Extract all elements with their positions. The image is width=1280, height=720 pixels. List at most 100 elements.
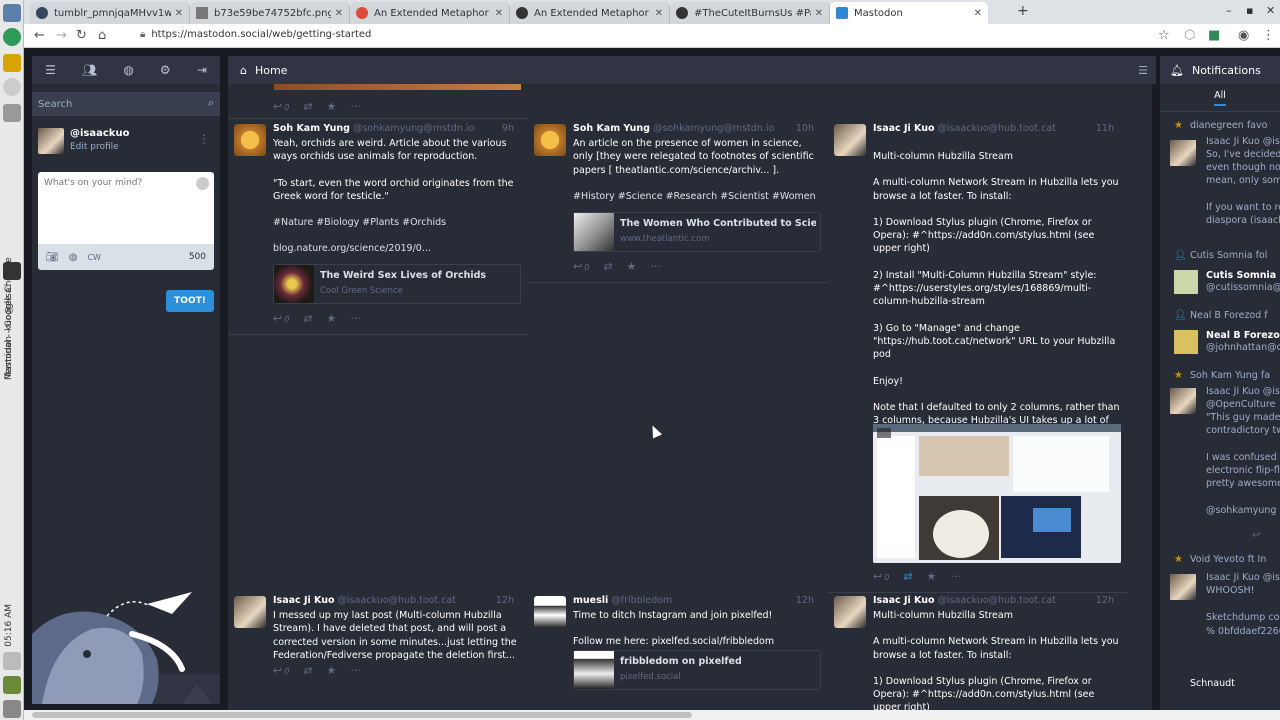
back-icon[interactable]: ← [34, 28, 45, 43]
display-name[interactable]: Isaac Ji Kuo [273, 595, 335, 606]
close-window-icon[interactable]: ✕ [1266, 4, 1275, 17]
browser-tab[interactable]: b73e59be74752bfc.png (9 ✕ [190, 2, 350, 24]
status[interactable]: Isaac Ji Kuo @isaackuo@hub.toot.cat 12h M… [828, 590, 1128, 710]
browser-tab[interactable]: An Extended Metaphor for ✕ [510, 2, 670, 24]
avatar[interactable] [834, 124, 866, 156]
favourite-star-icon[interactable]: ★ [327, 312, 337, 325]
files-icon[interactable] [3, 104, 21, 122]
timestamp[interactable]: 11h [1096, 123, 1114, 134]
logout-icon[interactable]: ⇥ [197, 63, 207, 77]
notification-status[interactable]: Isaac Ji Kuo @is WHOOSH! Sketchdump cor … [1160, 570, 1280, 650]
avatar[interactable] [834, 596, 866, 628]
close-icon[interactable]: ✕ [495, 8, 503, 19]
avatar[interactable] [1174, 330, 1198, 354]
volume-icon[interactable] [3, 700, 21, 718]
app-icon[interactable] [3, 54, 21, 72]
handle[interactable]: @sohkamyung@mstdn.io [353, 123, 474, 134]
status[interactable]: Soh Kam Yung @sohkamyung@mstdn.io 9h Yeah… [228, 118, 528, 325]
bookmark-star-icon[interactable]: ☆ [1158, 28, 1170, 43]
notification-status[interactable]: Isaac Ji Kuo @is @OpenCulture "This guy … [1160, 384, 1280, 516]
avatar[interactable] [1170, 574, 1196, 600]
more-icon[interactable]: ··· [650, 260, 661, 273]
local-timeline-icon[interactable]: 👥︎ [82, 63, 97, 77]
reply-icon[interactable]: ↩ 0 [573, 260, 589, 273]
avatar[interactable] [234, 596, 266, 628]
close-icon[interactable]: ✕ [815, 8, 823, 19]
handle[interactable]: @sohkamyung@mstdn.io [653, 123, 774, 134]
link-card[interactable]: The Weird Sex Lives of Orchids Cool Gree… [273, 264, 521, 304]
hashtags[interactable]: #Nature #Biology #Plants #Orchids [273, 216, 523, 229]
new-tab-icon[interactable]: + [1017, 3, 1029, 19]
preferences-gear-icon[interactable]: ⚙ [160, 63, 171, 77]
link-card[interactable]: fribbledom on pixelfed pixelfed.social [573, 650, 821, 690]
handle[interactable]: @isaackuo@hub.toot.cat [938, 595, 1056, 606]
more-icon[interactable]: ··· [950, 570, 961, 583]
address-bar[interactable]: 🔒︎ https://mastodon.social/web/getting-st… [140, 29, 371, 40]
browser-tab[interactable]: #TheCuteItBurnsUs #Pand ✕ [670, 2, 830, 24]
toot-button[interactable]: TOOT! [166, 290, 214, 312]
status[interactable]: Isaac Ji Kuo @isaackuo@hub.toot.cat 11h M… [828, 118, 1128, 588]
favourite-star-icon[interactable]: ★ [327, 664, 337, 677]
close-icon[interactable]: ✕ [974, 8, 982, 19]
notifications-header[interactable]: 🔔︎ Notifications [1160, 56, 1280, 84]
home-icon[interactable]: ⌂ [98, 28, 106, 43]
display-name[interactable]: Soh Kam Yung [273, 123, 350, 134]
lock-icon[interactable]: 🔒︎ [140, 29, 145, 40]
search-input[interactable] [32, 92, 220, 116]
compose-textarea[interactable]: What's on your mind? [38, 172, 214, 244]
avatar[interactable] [234, 124, 266, 156]
reply-icon[interactable]: ↩ 0 [273, 664, 289, 677]
paragraph[interactable]: Follow me here: pixelfed.social/fribbled… [573, 635, 823, 648]
taskbar-terminal-label[interactable]: Terminal - kuo@elsa: ~ [4, 278, 18, 378]
display-name[interactable]: muesli [573, 595, 608, 606]
favourite-star-icon[interactable]: ★ [927, 570, 937, 583]
network-icon[interactable] [3, 652, 21, 670]
boost-icon[interactable]: ⇄ [303, 664, 312, 677]
handle[interactable]: @isaackuo@hub.toot.cat [338, 595, 456, 606]
link-card[interactable]: The Women Who Contributed to Science but… [573, 212, 821, 252]
search-icon[interactable]: ⌕ [208, 96, 214, 110]
account-item[interactable]: Neal B Forezod @johnhattan@dc [1160, 330, 1280, 360]
avatar[interactable] [38, 128, 64, 154]
avatar[interactable] [534, 596, 566, 628]
content-warning-button[interactable]: CW [87, 253, 101, 262]
horizontal-scrollbar[interactable] [24, 710, 1280, 720]
reply-icon[interactable]: ↩ [1252, 530, 1260, 541]
chrome-icon[interactable] [3, 28, 21, 46]
column-settings-icon[interactable]: ☰ [1138, 64, 1148, 77]
camera-icon[interactable]: 📷︎ [46, 252, 59, 263]
filter-all-tab[interactable]: All [1214, 90, 1226, 106]
more-icon[interactable]: ··· [350, 664, 361, 677]
avatar[interactable] [1170, 388, 1196, 414]
handle[interactable]: @fribbledom [611, 595, 672, 606]
xfce-menu-icon[interactable] [3, 4, 21, 22]
browser-tab[interactable]: tumblr_pmnjqaMHvv1wya ✕ [30, 2, 190, 24]
boost-icon[interactable]: ⇄ [303, 100, 312, 113]
kebab-icon[interactable]: ⋮ [198, 132, 210, 146]
mouse-icon[interactable] [3, 78, 21, 96]
display-name[interactable]: Soh Kam Yung [573, 123, 650, 134]
boost-icon[interactable]: ⇄ [903, 570, 912, 583]
home-column-header[interactable]: ⌂ Home ☰ [228, 56, 1156, 84]
reply-icon[interactable]: ↩ 0 [273, 312, 289, 325]
close-icon[interactable]: ✕ [335, 8, 343, 19]
notification-status[interactable]: Isaac Ji Kuo @is So, I've decided t even… [1160, 132, 1280, 242]
maximize-icon[interactable]: ▪ [1246, 4, 1253, 17]
favourite-star-icon[interactable]: ★ [327, 100, 337, 113]
browser-tab-active[interactable]: Mastodon ✕ [830, 2, 988, 24]
hashtags[interactable]: #History #Science #Research #Scientist #… [573, 190, 823, 203]
hamburger-icon[interactable]: ☰ [45, 63, 56, 77]
display-name[interactable]: Isaac Ji Kuo [873, 595, 935, 606]
account-item[interactable]: Cutis Somnia @cutissomnia@m [1160, 270, 1280, 300]
avatar[interactable] [534, 124, 566, 156]
boost-icon[interactable]: ⇄ [603, 260, 612, 273]
status[interactable]: Isaac Ji Kuo @isaackuo@hub.toot.cat 12h I… [228, 590, 528, 690]
privacy-globe-icon[interactable]: ◍ [69, 252, 78, 263]
avatar[interactable] [1174, 270, 1198, 294]
profile-avatar-icon[interactable]: ◉ [1238, 28, 1249, 43]
extension-icon[interactable]: ■ [1208, 28, 1220, 43]
federated-globe-icon[interactable]: ◍ [123, 63, 133, 77]
forward-icon[interactable]: → [56, 28, 67, 43]
reply-icon[interactable]: ↩ 0 [873, 570, 889, 583]
timestamp[interactable]: 12h [1096, 595, 1114, 606]
